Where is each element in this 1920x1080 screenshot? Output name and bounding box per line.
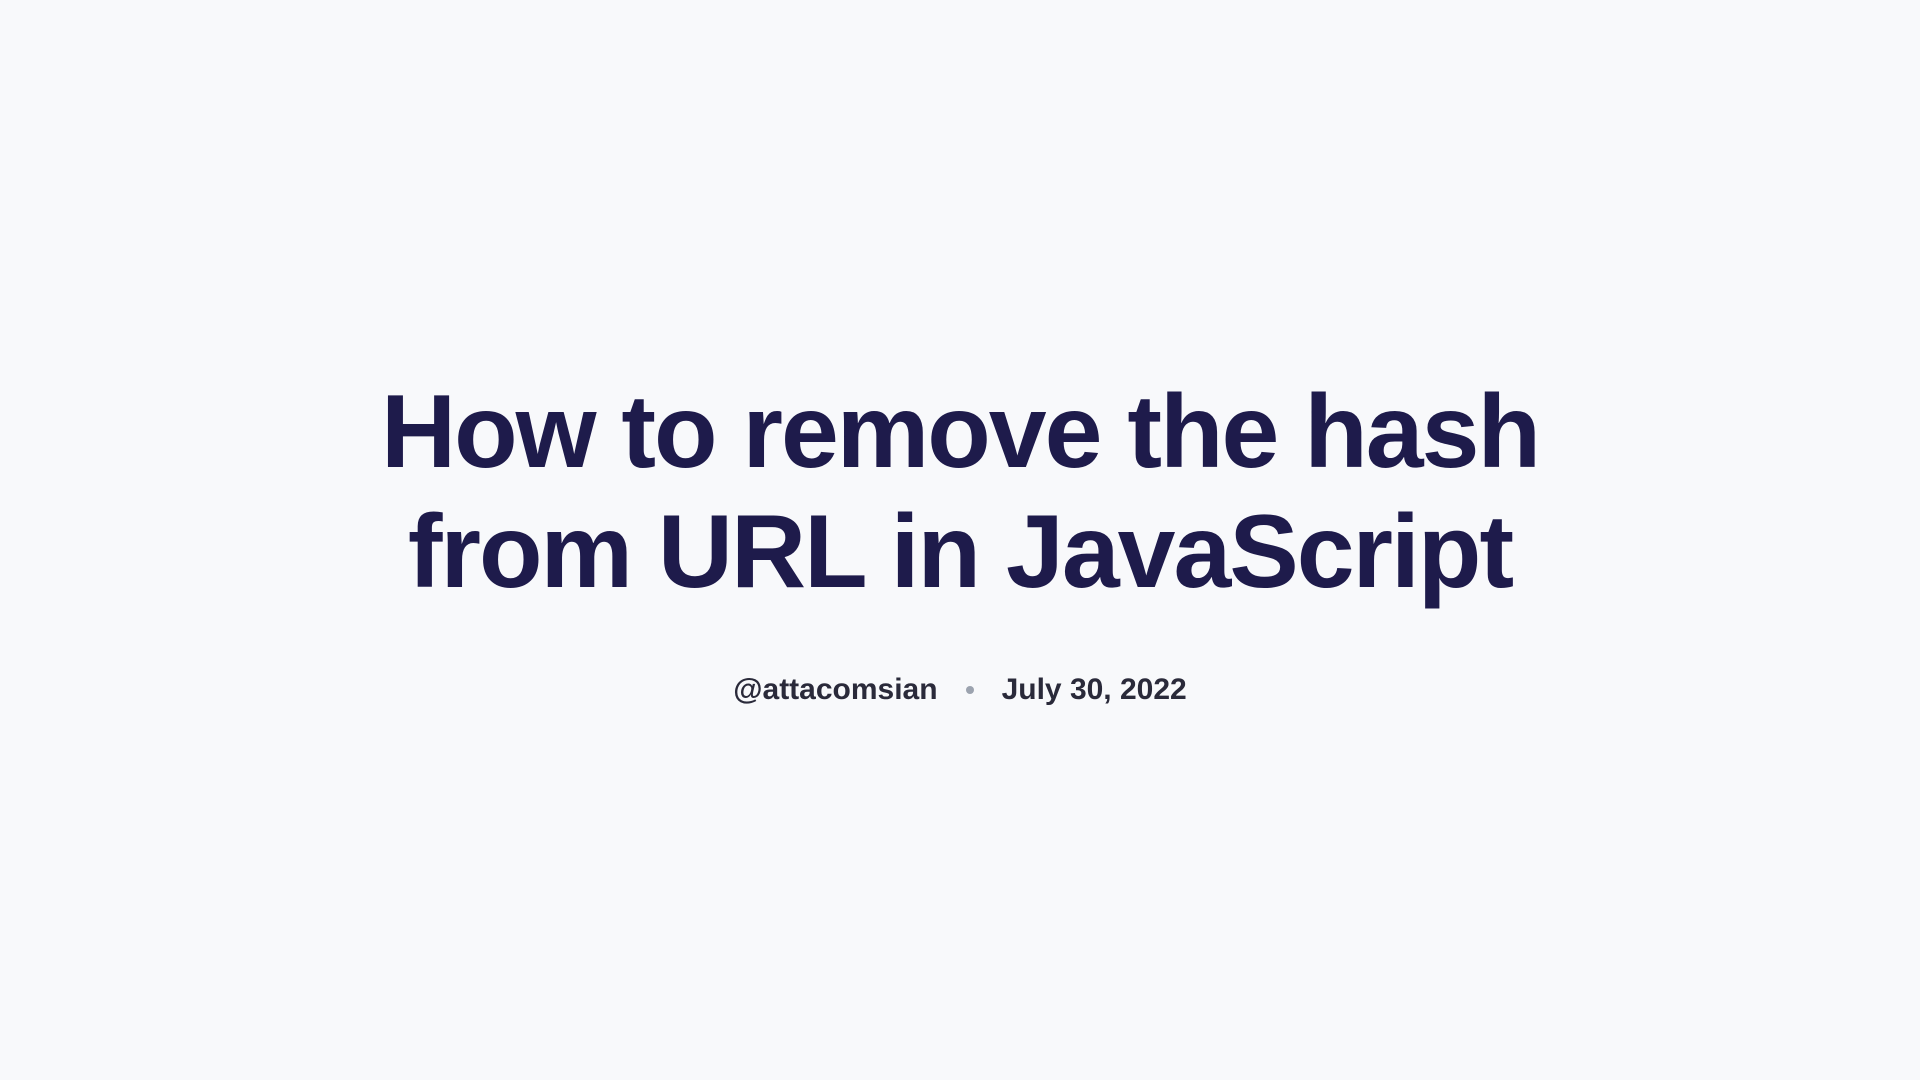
article-date: July 30, 2022 — [1002, 673, 1187, 707]
meta-separator-icon — [966, 686, 974, 694]
article-title: How to remove the hash from URL in JavaS… — [300, 373, 1620, 612]
article-header: How to remove the hash from URL in JavaS… — [260, 373, 1660, 706]
article-meta: @attacomsian July 30, 2022 — [300, 673, 1620, 707]
article-author: @attacomsian — [733, 673, 937, 707]
